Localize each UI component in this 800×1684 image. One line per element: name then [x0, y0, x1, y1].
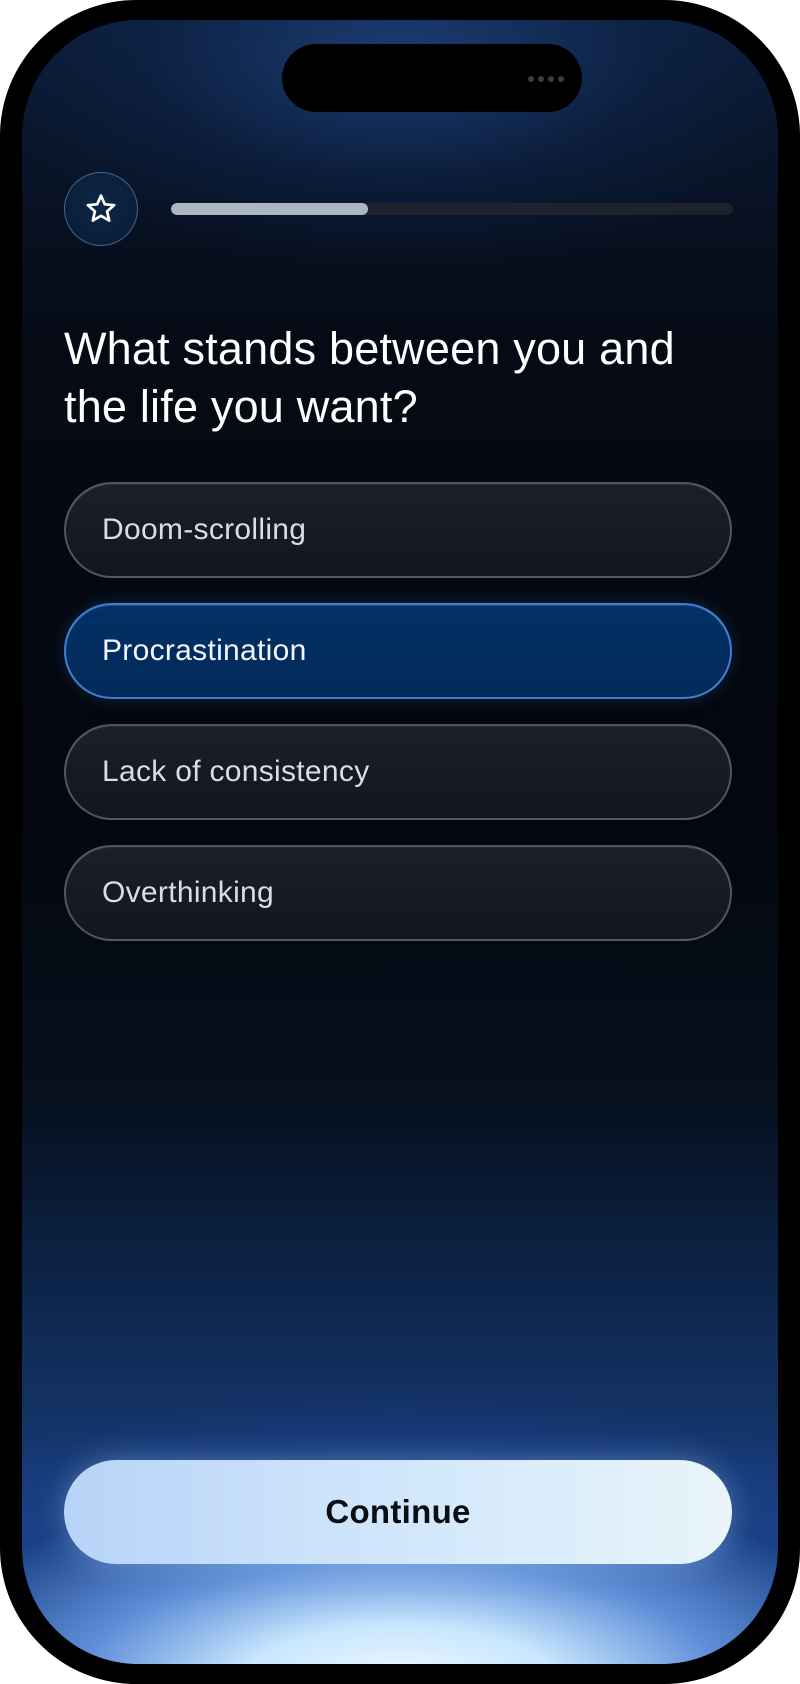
- progress-bar: [171, 203, 733, 215]
- answer-option-label: Lack of consistency: [102, 755, 370, 788]
- answer-option[interactable]: Lack of consistency: [64, 724, 732, 820]
- answer-options: Doom-scrolling Procrastination Lack of con…: [64, 482, 732, 966]
- answer-option[interactable]: Overthinking: [64, 845, 732, 941]
- app-screen: What stands between you and the life you…: [22, 20, 778, 1664]
- answer-option-label: Procrastination: [102, 634, 307, 667]
- answer-option[interactable]: Doom-scrolling: [64, 482, 732, 578]
- answer-option-label: Overthinking: [102, 876, 275, 909]
- continue-label: Continue: [325, 1493, 471, 1530]
- dynamic-island: [282, 44, 582, 112]
- continue-button[interactable]: Continue: [64, 1460, 732, 1564]
- star-icon: [86, 194, 116, 222]
- phone-frame: What stands between you and the life you…: [0, 0, 800, 1684]
- star-badge: [64, 172, 138, 246]
- island-indicator: [528, 76, 564, 82]
- answer-option[interactable]: Procrastination: [64, 603, 732, 699]
- question-title: What stands between you and the life you…: [64, 323, 675, 432]
- progress-fill: [171, 203, 368, 215]
- answer-option-label: Doom-scrolling: [102, 513, 307, 546]
